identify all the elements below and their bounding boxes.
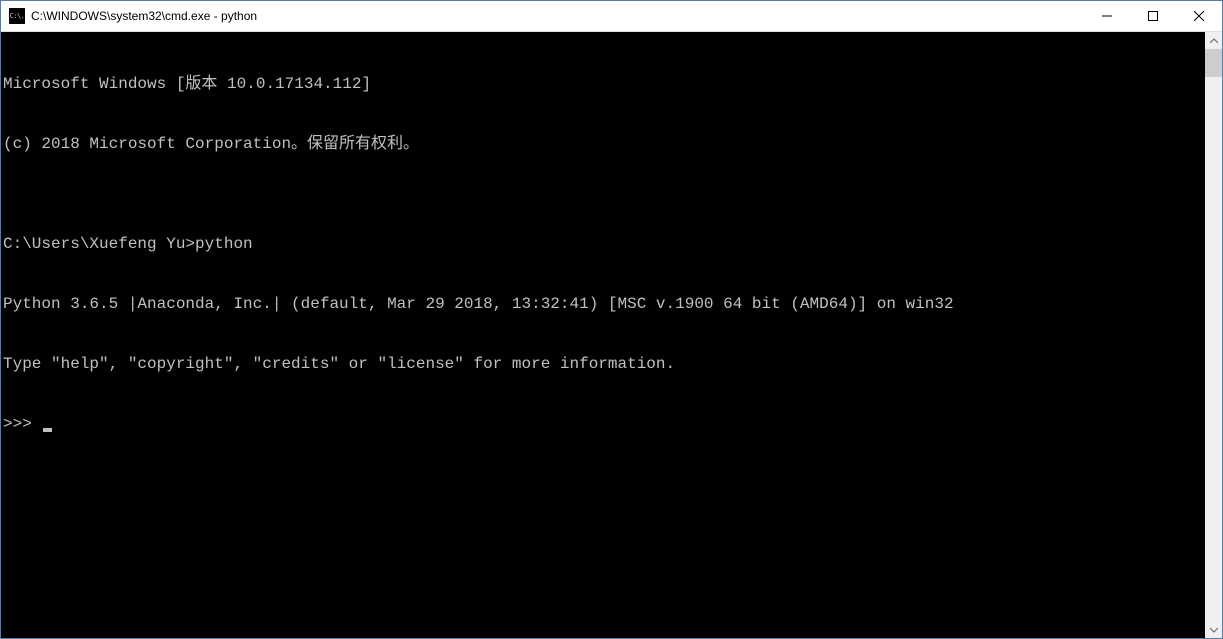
minimize-icon	[1102, 11, 1112, 21]
terminal-line: C:\Users\Xuefeng Yu>python	[3, 234, 1205, 254]
scrollbar-down-button[interactable]	[1205, 621, 1222, 638]
chevron-down-icon	[1210, 626, 1218, 634]
chevron-up-icon	[1210, 37, 1218, 45]
python-prompt: >>>	[3, 414, 41, 434]
terminal-line: Type "help", "copyright", "credits" or "…	[3, 354, 1205, 374]
titlebar[interactable]: C:\. C:\WINDOWS\system32\cmd.exe - pytho…	[1, 1, 1222, 32]
terminal-line: Microsoft Windows [版本 10.0.17134.112]	[3, 74, 1205, 94]
maximize-icon	[1148, 11, 1158, 21]
terminal[interactable]: Microsoft Windows [版本 10.0.17134.112] (c…	[1, 32, 1205, 638]
cursor	[43, 428, 52, 432]
close-button[interactable]	[1176, 1, 1222, 31]
close-icon	[1194, 11, 1204, 21]
prompt-line: >>>	[3, 414, 1205, 434]
vertical-scrollbar[interactable]	[1205, 32, 1222, 638]
content-area: Microsoft Windows [版本 10.0.17134.112] (c…	[1, 32, 1222, 638]
scrollbar-thumb[interactable]	[1205, 49, 1222, 77]
minimize-button[interactable]	[1084, 1, 1130, 31]
cmd-icon: C:\.	[9, 8, 25, 24]
scrollbar-up-button[interactable]	[1205, 32, 1222, 49]
cmd-icon-text: C:\.	[10, 12, 25, 20]
window-title: C:\WINDOWS\system32\cmd.exe - python	[31, 9, 1084, 23]
window-controls	[1084, 1, 1222, 31]
terminal-line: Python 3.6.5 |Anaconda, Inc.| (default, …	[3, 294, 1205, 314]
terminal-line: (c) 2018 Microsoft Corporation。保留所有权利。	[3, 134, 1205, 154]
maximize-button[interactable]	[1130, 1, 1176, 31]
